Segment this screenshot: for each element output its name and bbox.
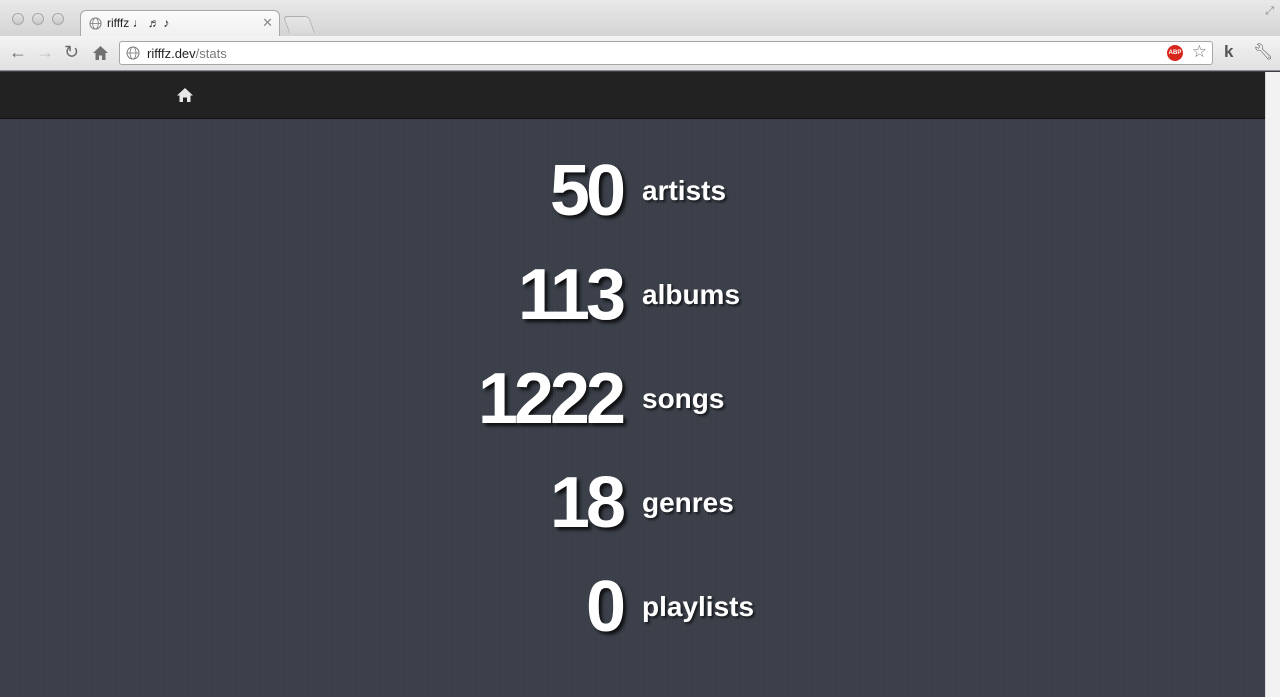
site-info-globe-icon[interactable] — [126, 46, 140, 60]
globe-icon — [89, 17, 102, 30]
forward-arrow-icon[interactable]: → — [36, 42, 54, 62]
top-navbar — [0, 72, 1265, 119]
fullscreen-icon[interactable]: ⤢ — [1265, 5, 1274, 18]
extension-k-icon[interactable]: k — [1224, 42, 1233, 62]
url-host: rifffz.dev — [147, 46, 196, 61]
stat-genres-count: 18 — [549, 463, 626, 543]
browser-home-icon[interactable] — [92, 45, 109, 61]
browser-toolbar: ← → ↻ rifffz.dev/stats ABP ☆ k 🔧︎ — [0, 36, 1280, 71]
wrench-icon[interactable]: 🔧︎ — [1253, 42, 1273, 62]
url-text[interactable]: rifffz.dev/stats — [147, 46, 227, 61]
close-tab-icon[interactable]: ✕ — [262, 15, 273, 31]
zoom-window-button[interactable] — [52, 13, 64, 25]
stat-songs-label: songs — [642, 383, 725, 414]
vertical-scrollbar[interactable] — [1265, 72, 1280, 697]
stat-genres: 18 genres — [0, 458, 1265, 548]
stat-albums: 113 albums — [0, 250, 1265, 340]
reload-icon[interactable]: ↻ — [64, 42, 79, 62]
close-window-button[interactable] — [12, 13, 24, 25]
stat-playlists-label: playlists — [642, 591, 755, 622]
stat-songs: 1222 songs — [0, 354, 1265, 444]
minimize-window-button[interactable] — [32, 13, 44, 25]
home-icon[interactable] — [176, 86, 194, 104]
page-content: 50 artists 113 albums 1222 songs 18 genr… — [0, 72, 1265, 697]
stat-artists-label: artists — [642, 175, 727, 206]
bookmark-star-icon[interactable]: ☆ — [1192, 42, 1207, 62]
browser-tab-strip: rifffz ♩ ♬ ♪ ✕ ⤢ — [0, 0, 1280, 37]
stat-playlists: 0 playlists — [0, 562, 1265, 652]
stat-albums-label: albums — [642, 279, 741, 310]
stat-artists-count: 50 — [549, 151, 626, 231]
back-arrow-icon[interactable]: ← — [9, 42, 27, 62]
stat-albums-count: 113 — [517, 255, 626, 335]
stat-genres-label: genres — [642, 487, 734, 518]
address-bar[interactable]: rifffz.dev/stats ABP ☆ — [119, 41, 1213, 65]
tab-title: rifffz ♩ ♬ ♪ — [107, 16, 170, 30]
stat-songs-count: 1222 — [477, 359, 626, 439]
stat-playlists-count: 0 — [585, 567, 626, 647]
browser-tab[interactable]: rifffz ♩ ♬ ♪ ✕ — [80, 10, 280, 37]
stat-artists: 50 artists — [0, 146, 1265, 236]
adblock-icon[interactable]: ABP — [1167, 45, 1183, 61]
url-path: /stats — [195, 46, 227, 61]
new-tab-button[interactable] — [282, 16, 316, 33]
